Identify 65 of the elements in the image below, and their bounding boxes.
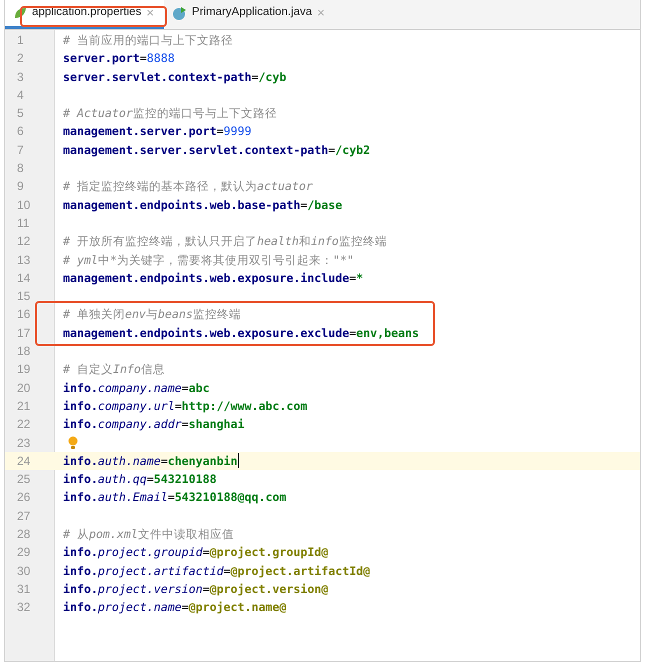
code-comment: # 开放所有监控终端，默认只开启了 health和info监控终端 (63, 233, 387, 250)
code-line: info.company.name=abc (63, 380, 210, 397)
line-number: 6 (16, 123, 25, 140)
code-comment: # 单独关闭env与beans监控终端 (63, 306, 241, 324)
lightbulb-icon[interactable] (68, 436, 78, 450)
line-number: 29 (16, 544, 32, 562)
leaf-icon (13, 6, 27, 20)
line-number: 26 (16, 489, 32, 506)
code-line: management.server.servlet.context-path=/cyb2 (63, 142, 370, 159)
code-line: management.endpoints.web.exposure.include=* (63, 270, 364, 287)
line-number: 2 (16, 50, 25, 68)
line-number: 8 (16, 160, 25, 178)
line-number: 19 (16, 361, 32, 378)
code-line: management.endpoints.web.base-path=/base (63, 196, 342, 214)
line-number: 3 (16, 68, 25, 86)
code-comment: # 自定义Info信息 (63, 361, 165, 378)
line-number: 28 (16, 526, 32, 544)
line-number: 18 (16, 343, 32, 360)
line-number: 27 (16, 508, 32, 525)
editor-tab[interactable]: PrimaryApplication.java × (164, 0, 335, 29)
line-number: 10 (16, 196, 32, 214)
line-number: 16 (16, 306, 32, 324)
code-comment: # yml中*为关键字，需要将其使用双引号引起来："*" (63, 252, 354, 269)
line-number: 7 (16, 142, 25, 159)
line-number: 31 (16, 580, 32, 598)
line-number: 17 (16, 324, 32, 342)
class-icon (172, 6, 187, 20)
line-number: 30 (16, 562, 32, 580)
line-number: 24 (16, 452, 32, 470)
editor-tab[interactable]: application.properties × (5, 0, 164, 29)
code-line: info.project.groupid=@project.groupId@ (63, 544, 328, 562)
line-number: 22 (16, 416, 32, 434)
line-number: 9 (16, 178, 25, 196)
code-line: server.port=8888 (63, 50, 175, 68)
line-number: 15 (16, 288, 32, 306)
tab-label: PrimaryApplication.java (192, 5, 312, 20)
code-line: info.company.addr=shanghai (63, 416, 244, 434)
code-line: info.project.version=@project.version@ (63, 580, 328, 598)
code-line: management.endpoints.web.exposure.exclude=env,beans (63, 324, 419, 342)
line-number: 5 (16, 105, 25, 122)
code-line: server.servlet.context-path=/cyb (63, 68, 286, 86)
code-comment: # 指定监控终端的基本路径，默认为actuator (63, 178, 313, 196)
line-number: 13 (16, 252, 32, 269)
line-number: 25 (16, 471, 32, 488)
line-number: 23 (16, 434, 32, 452)
code-line: info.project.artifactid=@project.artifactId@ (63, 562, 370, 580)
code-line: management.server.port=9999 (63, 123, 252, 140)
line-number: 12 (16, 233, 32, 250)
line-number: 20 (16, 380, 32, 397)
line-number: 21 (16, 398, 32, 415)
text-cursor (238, 453, 240, 468)
line-number: 32 (16, 599, 32, 616)
line-number: 11 (16, 214, 30, 232)
line-number: 14 (16, 270, 32, 287)
code-line: info.auth.Email=543210188@qq.com (63, 489, 286, 506)
line-number: 1 (16, 32, 25, 49)
code-line: info.company.url=http://www.abc.com (63, 398, 308, 415)
code-comment: # Actuator监控的端口号与上下文路径 (63, 105, 277, 122)
code-comment: # 从pom.xml文件中读取相应值 (63, 526, 234, 544)
code-comment: # 当前应用的端口与上下文路径 (63, 32, 233, 49)
code-line: info.project.name=@project.name@ (63, 599, 286, 616)
line-number: 4 (16, 86, 25, 104)
code-line: info.auth.qq=543210188 (63, 471, 217, 488)
code-line: info.auth.name=chenyanbin (63, 452, 238, 470)
tab-label: application.properties (32, 5, 142, 20)
